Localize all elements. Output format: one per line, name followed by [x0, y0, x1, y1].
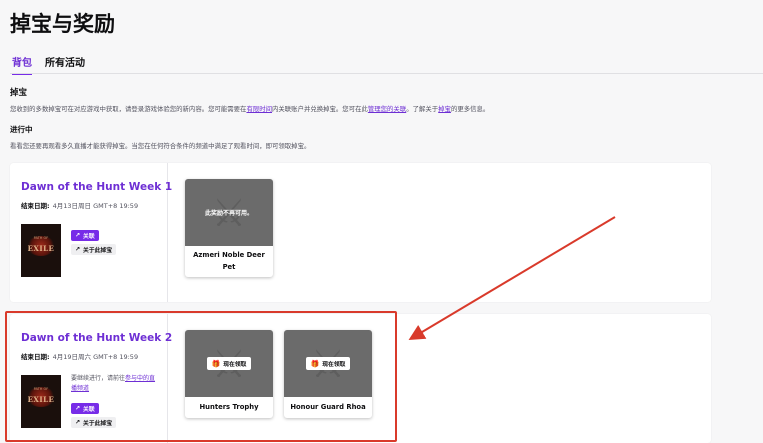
- end-date: 结束日期: 4月19日周六 GMT+8 19:59: [21, 351, 138, 361]
- end-date-value: 4月13日周日 GMT+8 19:59: [52, 202, 139, 210]
- link-icon: ↗: [75, 405, 81, 412]
- link-account-button[interactable]: ↗ 关联: [71, 403, 99, 414]
- gift-icon: 🎁: [211, 359, 221, 368]
- learn-drops-link[interactable]: 掉宝: [438, 105, 451, 113]
- campaign-title[interactable]: Dawn of the Hunt Week 2: [21, 332, 172, 344]
- reward-unavailable-text: 此奖励不再可用。: [204, 210, 253, 217]
- reward-image: ⚔ 此奖励不再可用。: [185, 179, 273, 246]
- game-box-art[interactable]: PATH OF EXILE: [21, 224, 61, 277]
- reward-card: ⚔ 🎁现在领取 Hunters Trophy: [185, 330, 273, 418]
- about-drop-label: 关于此掉宝: [83, 248, 113, 254]
- drops-desc-mid2: 。了解关于: [406, 105, 439, 113]
- end-date-label: 结束日期:: [21, 202, 50, 210]
- drops-desc-mid: 内关联账户并兑换掉宝。您可在此: [272, 105, 368, 113]
- link-account-label: 关联: [83, 234, 95, 240]
- game-box-art[interactable]: PATH OF EXILE: [21, 375, 61, 428]
- limited-time-link[interactable]: 有限时间: [246, 105, 272, 113]
- art-subtitle: PATH OF: [33, 387, 49, 391]
- claim-now-button[interactable]: 🎁 现在领取: [206, 357, 252, 370]
- art-title: EXILE: [27, 244, 55, 253]
- page-title: 掉宝与奖励: [10, 12, 115, 36]
- in-progress-heading: 进行中: [10, 125, 33, 134]
- reward-name: Honour Guard Rhoa: [290, 403, 366, 411]
- end-date-label: 结束日期:: [21, 353, 50, 361]
- claim-now-label: 现在领取: [322, 362, 346, 368]
- reward-card: ⚔ 此奖励不再可用。 Azmeri Noble Deer Pet: [185, 179, 273, 277]
- campaign-info: Dawn of the Hunt Week 2 结束日期: 4月19日周六 GMT…: [10, 314, 172, 443]
- art-title: EXILE: [27, 395, 55, 404]
- tab-bar: 背包 所有活动: [12, 54, 85, 75]
- progress-note-text: 要继续进行，请前往: [71, 375, 126, 382]
- link-account-label: 关联: [83, 407, 95, 413]
- end-date-value: 4月19日周六 GMT+8 19:59: [52, 353, 139, 361]
- drops-heading: 掉宝: [10, 88, 28, 98]
- about-drop-label: 关于此掉宝: [83, 421, 113, 427]
- claim-now-button[interactable]: 🎁 现在领取: [305, 357, 351, 370]
- tab-inventory[interactable]: 背包: [12, 54, 32, 75]
- campaign-card-week-2: Dawn of the Hunt Week 2 结束日期: 4月19日周六 GMT…: [10, 314, 711, 443]
- end-date: 结束日期: 4月13日周日 GMT+8 19:59: [21, 200, 138, 210]
- campaign-title[interactable]: Dawn of the Hunt Week 1: [21, 181, 172, 193]
- external-link-icon: ↗: [75, 419, 81, 426]
- art-subtitle: PATH OF: [33, 236, 49, 240]
- about-drop-button[interactable]: ↗ 关于此掉宝: [71, 244, 117, 255]
- link-account-button[interactable]: ↗ 关联: [71, 230, 99, 241]
- reward-name: Hunters Trophy: [199, 403, 259, 411]
- reward-image: ⚔ 🎁现在领取: [284, 330, 372, 397]
- drops-desc-suffix: 的更多信息。: [450, 105, 490, 113]
- progress-note: 要继续进行，请前往参与中的直播频道: [71, 374, 161, 394]
- tab-all-campaigns[interactable]: 所有活动: [45, 54, 85, 75]
- reward-image: ⚔ 🎁现在领取: [185, 330, 273, 397]
- campaign-info: Dawn of the Hunt Week 1 结束日期: 4月13日周日 GMT…: [10, 163, 172, 302]
- external-link-icon: ↗: [75, 246, 81, 253]
- link-icon: ↗: [75, 232, 81, 239]
- in-progress-description: 看看您还要再观看多久直播才能获得掉宝。当您在任何符合条件的频道中满足了观看时间，…: [10, 142, 311, 150]
- claim-now-label: 现在领取: [223, 362, 247, 368]
- gift-icon: 🎁: [310, 359, 320, 368]
- drops-description: 您收到的多数掉宝可在对应游戏中获取，请登录游戏体验您的新内容。您可能需要在有限时…: [10, 104, 489, 113]
- manage-connections-link[interactable]: 管理您的关联: [368, 105, 406, 113]
- reward-card: ⚔ 🎁现在领取 Honour Guard Rhoa: [284, 330, 372, 418]
- campaign-card-week-1: Dawn of the Hunt Week 1 结束日期: 4月13日周日 GMT…: [10, 163, 711, 302]
- drops-desc-prefix: 您收到的多数掉宝可在对应游戏中获取，请登录游戏体验您的新内容。您可能需要在: [10, 105, 247, 113]
- about-drop-button[interactable]: ↗ 关于此掉宝: [71, 417, 117, 428]
- reward-name: Azmeri Noble Deer Pet: [193, 251, 265, 271]
- tabs-divider: [10, 73, 763, 74]
